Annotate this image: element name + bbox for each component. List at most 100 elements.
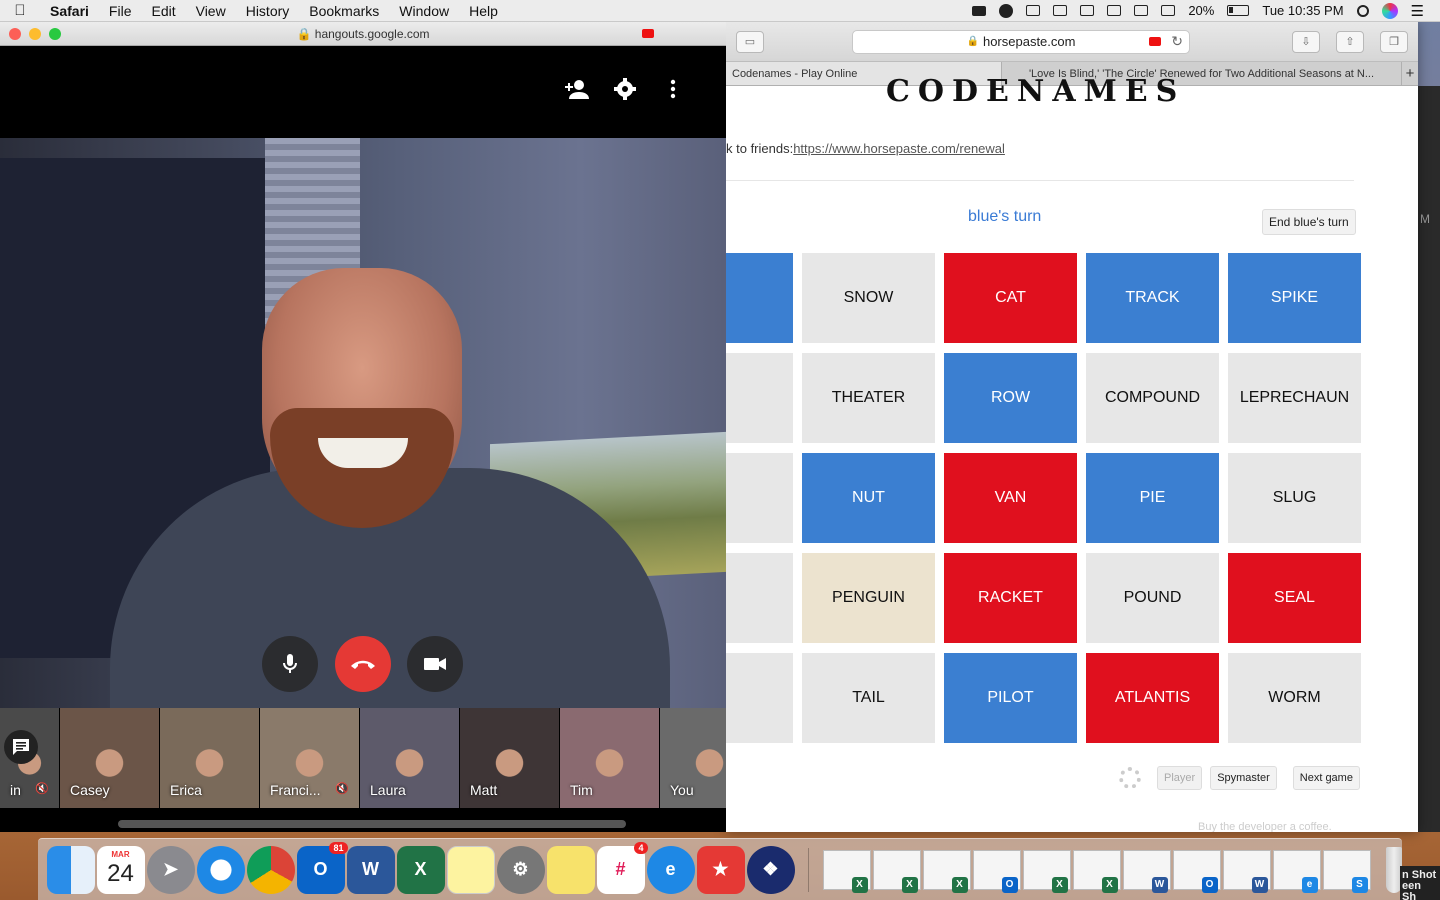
- creative-cloud-icon[interactable]: [999, 3, 1014, 18]
- dropbox-icon[interactable]: ❖: [746, 845, 795, 894]
- word-card[interactable]: NUT: [802, 453, 935, 543]
- word-card[interactable]: TRACK: [1086, 253, 1219, 343]
- share-icon[interactable]: ⇧: [1336, 30, 1364, 53]
- word-card[interactable]: LD: [726, 353, 793, 443]
- word-card[interactable]: SPIKE: [1228, 253, 1361, 343]
- coffee-link[interactable]: Buy the developer a coffee.: [1198, 821, 1332, 832]
- excel-icon[interactable]: X: [396, 845, 445, 894]
- menu-bookmarks[interactable]: Bookmarks: [299, 3, 389, 19]
- word-card[interactable]: THEATER: [802, 353, 935, 443]
- word-card[interactable]: RT: [726, 553, 793, 643]
- player-mode-button[interactable]: Player: [1157, 766, 1203, 790]
- participant-tile[interactable]: Franci... 🔇: [260, 708, 360, 808]
- camera-status-icon[interactable]: [972, 5, 987, 16]
- word-card[interactable]: NE: [726, 453, 793, 543]
- menu-help[interactable]: Help: [459, 3, 508, 19]
- word-card[interactable]: RACKET: [944, 553, 1077, 643]
- recent-document-word-2[interactable]: W: [1222, 849, 1271, 893]
- participant-tile[interactable]: You: [660, 708, 726, 808]
- clock[interactable]: Tue 10:35 PM: [1262, 3, 1343, 18]
- word-card[interactable]: SLUG: [1228, 453, 1361, 543]
- launchpad-icon[interactable]: ➤: [146, 845, 195, 894]
- camera-recording-icon[interactable]: [1149, 36, 1161, 46]
- participant-tile[interactable]: Tim: [560, 708, 660, 808]
- recent-document-remote[interactable]: e: [1272, 849, 1321, 893]
- bookmark-app-icon[interactable]: ★: [696, 845, 745, 894]
- menu-app-name[interactable]: Safari: [40, 3, 99, 19]
- camera-button[interactable]: [407, 636, 463, 692]
- menu-window[interactable]: Window: [389, 3, 459, 19]
- downloads-icon[interactable]: ⇩: [1292, 30, 1320, 53]
- recent-document-excel-5[interactable]: X: [1072, 849, 1121, 893]
- participant-scrollbar[interactable]: [118, 820, 626, 828]
- screenshot-thumbnail[interactable]: n Shot een Sh: [1400, 866, 1440, 900]
- notification-center-icon[interactable]: ☰: [1411, 2, 1424, 20]
- recent-document-excel-2[interactable]: X: [872, 849, 921, 893]
- spymaster-mode-button[interactable]: Spymaster: [1210, 766, 1277, 790]
- menu-edit[interactable]: Edit: [141, 3, 185, 19]
- word-card[interactable]: PENGUIN: [802, 553, 935, 643]
- recent-document-outlook-2[interactable]: O: [1172, 849, 1221, 893]
- participant-tile[interactable]: Erica: [160, 708, 260, 808]
- finder-icon[interactable]: [46, 845, 95, 894]
- participant-tile[interactable]: Laura: [360, 708, 460, 808]
- word-card[interactable]: TON: [726, 653, 793, 743]
- calendar-icon[interactable]: MAR 24: [96, 845, 145, 894]
- menu-view[interactable]: View: [186, 3, 236, 19]
- end-turn-button[interactable]: End blue's turn: [1262, 209, 1356, 235]
- add-person-icon[interactable]: [564, 76, 590, 102]
- airplane-icon[interactable]: [1053, 5, 1068, 16]
- word-card[interactable]: PILOT: [944, 653, 1077, 743]
- word-card[interactable]: TAIL: [802, 653, 935, 743]
- notes-icon[interactable]: [446, 845, 495, 894]
- volume-icon[interactable]: [1161, 5, 1176, 16]
- siri-icon[interactable]: [1381, 2, 1398, 19]
- bluetooth-icon[interactable]: [1080, 5, 1095, 16]
- word-card[interactable]: ROW: [944, 353, 1077, 443]
- new-tab-button[interactable]: +: [1402, 62, 1418, 85]
- recent-document-excel-4[interactable]: X: [1022, 849, 1071, 893]
- word-card[interactable]: WORM: [1228, 653, 1361, 743]
- word-card[interactable]: H: [726, 253, 793, 343]
- participant-tile[interactable]: Casey: [60, 708, 160, 808]
- recent-document-outlook[interactable]: O: [972, 849, 1021, 893]
- microphone-button[interactable]: [262, 636, 318, 692]
- recent-document-excel-3[interactable]: X: [922, 849, 971, 893]
- word-card[interactable]: POUND: [1086, 553, 1219, 643]
- word-card[interactable]: SNOW: [802, 253, 935, 343]
- camera-recording-icon[interactable]: [642, 29, 654, 38]
- word-card[interactable]: COMPOUND: [1086, 353, 1219, 443]
- next-game-button[interactable]: Next game: [1292, 766, 1360, 790]
- apple-menu-icon[interactable]: : [0, 2, 40, 19]
- word-card[interactable]: PIE: [1086, 453, 1219, 543]
- word-card[interactable]: ATLANTIS: [1086, 653, 1219, 743]
- spotlight-search-icon[interactable]: [1356, 4, 1369, 17]
- chat-button[interactable]: [4, 730, 38, 764]
- tabs-overview-icon[interactable]: ❐: [1380, 30, 1408, 53]
- more-options-icon[interactable]: [660, 76, 686, 102]
- recent-document-excel[interactable]: X: [822, 849, 871, 893]
- battery-percent[interactable]: 20%: [1188, 3, 1214, 18]
- outlook-icon[interactable]: O 81: [296, 841, 348, 894]
- slack-icon[interactable]: #4: [596, 841, 648, 894]
- system-preferences-icon[interactable]: ⚙: [496, 845, 545, 894]
- word-card[interactable]: CAT: [944, 253, 1077, 343]
- gear-icon[interactable]: [612, 76, 638, 102]
- airplay-icon[interactable]: [1107, 5, 1122, 16]
- dropbox-status-icon[interactable]: [1026, 5, 1041, 16]
- hang-up-button[interactable]: [335, 636, 391, 692]
- recent-document-word[interactable]: W: [1122, 849, 1171, 893]
- stickies-icon[interactable]: [546, 845, 595, 894]
- wifi-icon[interactable]: [1134, 5, 1149, 16]
- remote-desktop-icon[interactable]: e: [646, 845, 695, 894]
- battery-icon[interactable]: [1227, 5, 1250, 16]
- sidebar-toggle-icon[interactable]: ▭: [736, 30, 764, 53]
- chrome-icon[interactable]: [246, 845, 295, 894]
- participant-tile[interactable]: Matt: [460, 708, 560, 808]
- word-card[interactable]: LEPRECHAUN: [1228, 353, 1361, 443]
- settings-gear-icon[interactable]: [1119, 767, 1141, 789]
- word-card[interactable]: SEAL: [1228, 553, 1361, 643]
- word-icon[interactable]: W: [346, 845, 395, 894]
- word-card[interactable]: VAN: [944, 453, 1077, 543]
- address-bar[interactable]: 🔒 horsepaste.com ↻: [852, 29, 1190, 54]
